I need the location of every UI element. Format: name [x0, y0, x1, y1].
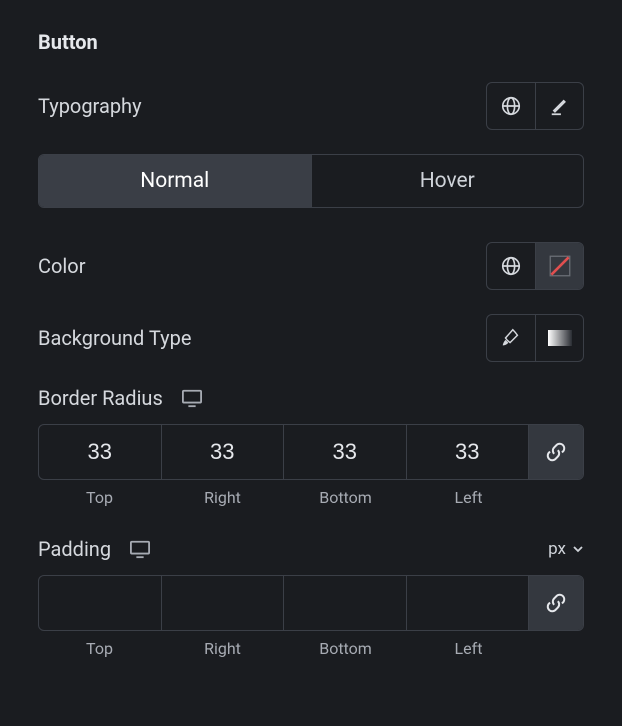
padding-label: Padding: [38, 537, 111, 561]
padding-link-toggle[interactable]: [529, 576, 583, 630]
tab-hover[interactable]: Hover: [311, 155, 584, 207]
chevron-down-icon: [572, 543, 584, 555]
color-label: Color: [38, 254, 85, 278]
padding-inputs: [38, 575, 584, 631]
background-gradient-button[interactable]: [535, 315, 583, 361]
padding-right-input[interactable]: [162, 576, 284, 630]
background-type-row: Background Type: [38, 314, 584, 362]
border-radius-left-input[interactable]: [407, 425, 529, 479]
padding-unit-select[interactable]: px: [548, 539, 584, 559]
responsive-toggle[interactable]: [129, 539, 151, 559]
state-tabs: Normal Hover: [38, 154, 584, 208]
globe-icon: [500, 95, 522, 117]
side-label-top: Top: [38, 488, 161, 507]
padding-bottom-input[interactable]: [284, 576, 406, 630]
padding-header: Padding px: [38, 537, 584, 561]
border-radius-header: Border Radius: [38, 386, 584, 410]
desktop-icon: [181, 388, 203, 408]
padding-unit-value: px: [548, 539, 566, 559]
border-radius-top-input[interactable]: [39, 425, 161, 479]
tab-normal[interactable]: Normal: [39, 155, 311, 207]
background-type-button-group: [486, 314, 584, 362]
color-button-group: [486, 242, 584, 290]
link-icon: [545, 441, 567, 463]
typography-row: Typography: [38, 82, 584, 130]
border-radius-inputs: [38, 424, 584, 480]
border-radius-label: Border Radius: [38, 386, 163, 410]
color-swatch-button[interactable]: [535, 243, 583, 289]
side-label-left: Left: [407, 639, 530, 658]
side-label-bottom: Bottom: [284, 639, 407, 658]
section-title: Button: [38, 30, 584, 54]
border-radius-right-input[interactable]: [162, 425, 284, 479]
typography-button-group: [486, 82, 584, 130]
side-label-left: Left: [407, 488, 530, 507]
color-global-button[interactable]: [487, 243, 535, 289]
brush-icon: [500, 327, 522, 349]
side-label-right: Right: [161, 639, 284, 658]
border-radius-link-toggle[interactable]: [529, 425, 583, 479]
gradient-icon: [548, 328, 572, 348]
padding-side-labels: Top Right Bottom Left: [38, 639, 584, 658]
responsive-toggle[interactable]: [181, 388, 203, 408]
border-radius-side-labels: Top Right Bottom Left: [38, 488, 584, 507]
typography-edit-button[interactable]: [535, 83, 583, 129]
side-label-bottom: Bottom: [284, 488, 407, 507]
padding-left-input[interactable]: [407, 576, 529, 630]
link-icon: [545, 592, 567, 614]
border-radius-bottom-input[interactable]: [284, 425, 406, 479]
background-classic-button[interactable]: [487, 315, 535, 361]
pencil-icon: [549, 95, 571, 117]
no-color-icon: [547, 253, 573, 279]
side-label-right: Right: [161, 488, 284, 507]
side-label-top: Top: [38, 639, 161, 658]
globe-icon: [500, 255, 522, 277]
typography-global-button[interactable]: [487, 83, 535, 129]
desktop-icon: [129, 539, 151, 559]
color-row: Color: [38, 242, 584, 290]
padding-top-input[interactable]: [39, 576, 161, 630]
typography-label: Typography: [38, 94, 142, 118]
background-type-label: Background Type: [38, 326, 191, 350]
